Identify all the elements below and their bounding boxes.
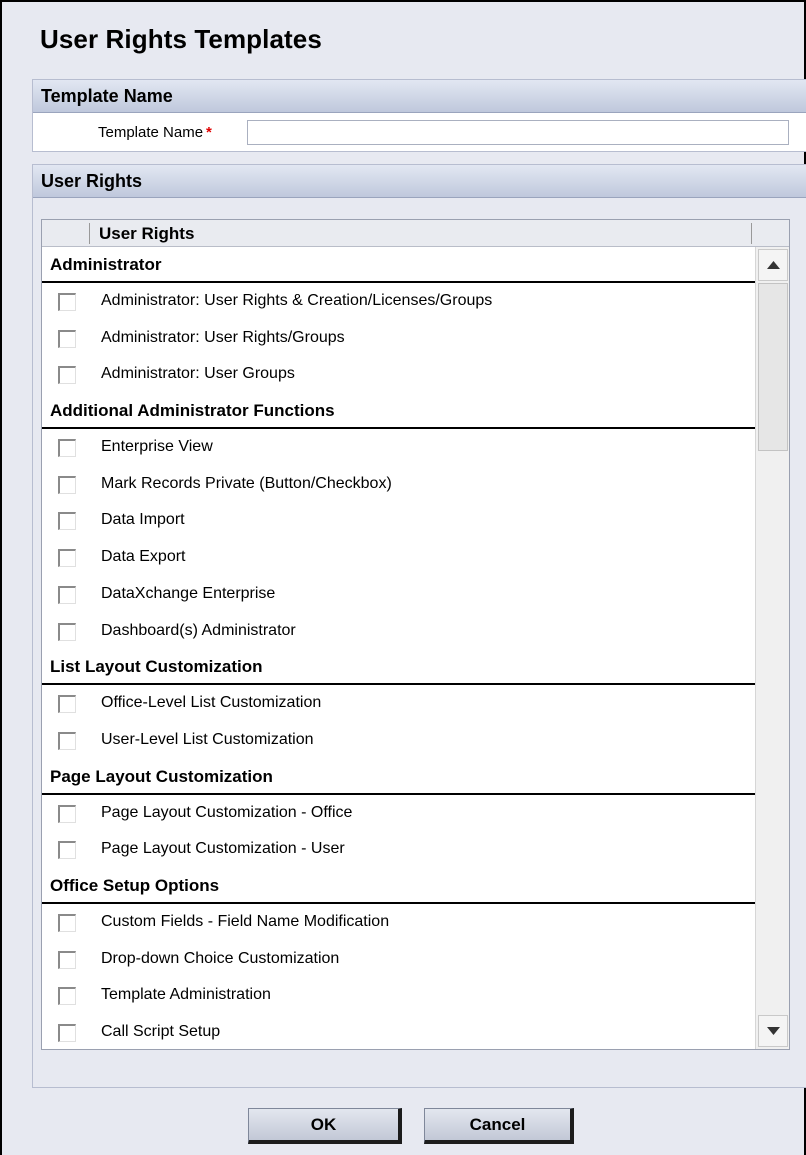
scroll-down-button[interactable]	[758, 1015, 788, 1047]
right-label: Administrator: User Groups	[101, 365, 295, 383]
template-name-input[interactable]	[247, 120, 789, 145]
rights-list-item: Drop-down Choice Customization	[42, 941, 755, 978]
right-label: Office-Level List Customization	[101, 694, 322, 712]
rights-list-item: Call Script Setup	[42, 1014, 755, 1049]
rights-list-item: Administrator: User Rights & Creation/Li…	[42, 283, 755, 320]
rights-list-item: Enterprise View	[42, 429, 755, 466]
rights-group-title: Office Setup Options	[42, 868, 755, 904]
page-title: User Rights Templates	[40, 24, 322, 54]
right-label: Drop-down Choice Customization	[101, 949, 340, 967]
user-rights-column-title[interactable]: User Rights	[99, 224, 194, 244]
right-label: DataXchange Enterprise	[101, 584, 276, 602]
right-label: Call Script Setup	[101, 1023, 221, 1040]
ok-button[interactable]: OK	[248, 1108, 402, 1144]
right-checkbox[interactable]	[58, 439, 76, 458]
rights-list-item: Dashboard(s) Administrator	[42, 613, 755, 650]
rights-group-title: List Layout Customization	[42, 649, 755, 686]
right-label: Custom Fields - Field Name Modification	[101, 912, 390, 930]
right-checkbox[interactable]	[58, 950, 76, 969]
triangle-up-icon	[767, 261, 780, 269]
right-label: Data Import	[101, 511, 185, 529]
rights-list-item: Template Administration	[42, 977, 755, 1014]
column-divider	[89, 223, 90, 244]
cancel-button[interactable]: Cancel	[424, 1108, 574, 1144]
right-checkbox[interactable]	[58, 329, 76, 348]
right-checkbox[interactable]	[58, 913, 76, 932]
right-checkbox[interactable]	[58, 695, 76, 714]
right-checkbox[interactable]	[58, 1024, 76, 1042]
right-checkbox[interactable]	[58, 804, 76, 823]
right-checkbox[interactable]	[58, 585, 76, 604]
right-checkbox[interactable]	[58, 475, 76, 494]
rights-list-item: Data Import	[42, 502, 755, 539]
right-label: Template Administration	[101, 986, 271, 1004]
rights-list-item: Administrator: User Rights/Groups	[42, 320, 755, 357]
rights-list-item: Mark Records Private (Button/Checkbox)	[42, 466, 755, 503]
dialog-buttons: OK Cancel	[2, 1108, 806, 1148]
rights-list-item: DataXchange Enterprise	[42, 576, 755, 613]
rights-rows: Administrator Administrator: User Rights …	[42, 247, 755, 1049]
column-divider	[751, 223, 752, 244]
right-checkbox[interactable]	[58, 987, 76, 1006]
right-checkbox[interactable]	[58, 841, 76, 860]
scroll-thumb[interactable]	[758, 283, 788, 451]
right-label: Enterprise View	[101, 438, 213, 456]
right-label: Page Layout Customization - Office	[101, 803, 353, 821]
right-label: Dashboard(s) Administrator	[101, 621, 296, 639]
right-label: Mark Records Private (Button/Checkbox)	[101, 474, 392, 492]
triangle-down-icon	[767, 1027, 780, 1035]
right-checkbox[interactable]	[58, 366, 76, 385]
required-marker: *	[206, 124, 212, 141]
template-name-section-header: Template Name	[33, 80, 806, 113]
scroll-up-button[interactable]	[758, 249, 788, 281]
rights-list-item: Page Layout Customization - User	[42, 831, 755, 868]
right-checkbox[interactable]	[58, 622, 76, 641]
user-rights-section-header: User Rights	[33, 165, 806, 198]
template-name-section: Template Name Template Name *	[32, 79, 806, 152]
right-checkbox[interactable]	[58, 512, 76, 531]
rights-list-item: Administrator: User Groups	[42, 356, 755, 393]
right-label: Administrator: User Rights/Groups	[101, 328, 345, 346]
list-scrollbar[interactable]	[755, 247, 789, 1049]
template-name-label-text: Template Name	[98, 124, 204, 141]
rights-group-title: Additional Administrator Functions	[42, 393, 755, 430]
template-name-row: Template Name *	[33, 113, 806, 151]
dialog-frame: User Rights Templates Template Name Temp…	[0, 0, 806, 1155]
rights-group-title: Page Layout Customization	[42, 759, 755, 795]
rights-list-item: Data Export	[42, 539, 755, 576]
right-label: Administrator: User Rights & Creation/Li…	[101, 292, 493, 309]
right-label: Page Layout Customization - User	[101, 840, 345, 858]
right-checkbox[interactable]	[58, 293, 76, 311]
right-label: Data Export	[101, 548, 186, 566]
rights-list-item: User-Level List Customization	[42, 722, 755, 759]
rights-list-item: Page Layout Customization - Office	[42, 795, 755, 832]
user-rights-list: User Rights Administrator Administrator: …	[41, 219, 790, 1050]
template-name-label: Template Name *	[98, 124, 212, 141]
right-label: User-Level List Customization	[101, 730, 314, 748]
right-checkbox[interactable]	[58, 731, 76, 750]
right-checkbox[interactable]	[58, 549, 76, 568]
rights-group-title: Administrator	[42, 247, 755, 283]
rights-list-item: Office-Level List Customization	[42, 685, 755, 722]
rights-list-item: Custom Fields - Field Name Modification	[42, 904, 755, 941]
list-column-header: User Rights	[42, 220, 789, 247]
user-rights-section: User Rights User Rights Administrator Adm…	[32, 164, 806, 1088]
